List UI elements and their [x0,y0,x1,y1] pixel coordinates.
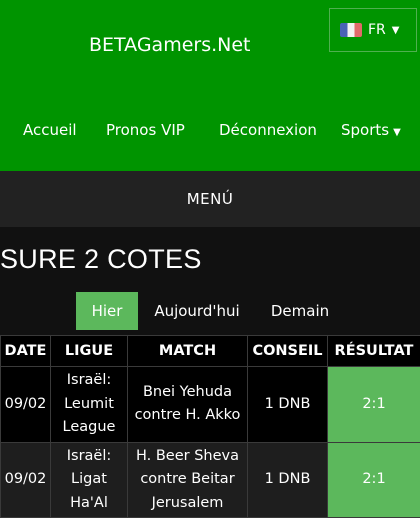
day-tabs: Hier Aujourd'hui Demain [0,292,420,330]
col-date: DATE [0,335,51,367]
france-flag-icon [340,23,362,37]
row-advice: 1 DNB [247,441,328,518]
nav-sports-label: Sports [341,121,390,139]
nav-deconnexion[interactable]: Déconnexion [219,121,317,139]
row-league: Israël: Leumit League [50,366,128,443]
main-nav: Accueil Pronos VIP Déconnexion Sports ▼ [0,121,420,143]
nav-pronos-vip[interactable]: Pronos VIP [106,121,185,139]
col-ligue: LIGUE [50,335,128,367]
tips-table: DATE LIGUE MATCH CONSEIL RÉSULTAT 09/02 … [0,335,420,518]
tab-hier[interactable]: Hier [76,292,138,330]
tab-aujourdhui[interactable]: Aujourd'hui [146,292,248,330]
row-date: 09/02 [0,441,51,518]
nav-sports[interactable]: Sports ▼ [341,121,401,139]
tab-demain[interactable]: Demain [262,292,338,330]
site-logo[interactable]: BETAGamers.Net [89,34,251,56]
row-match: H. Beer Sheva contre Beitar Jerusalem [127,441,248,518]
col-conseil: CONSEIL [247,335,328,367]
caret-down-icon: ▼ [393,127,401,138]
col-resultat: RÉSULTAT [327,335,420,367]
row-match: Bnei Yehuda contre H. Akko [127,366,248,443]
nav-accueil[interactable]: Accueil [23,121,77,139]
row-advice: 1 DNB [247,366,328,443]
page-title: SURE 2 COTES [0,244,202,274]
table-row: 09/02 Israël: Ligat Ha'Al H. Beer Sheva … [0,441,420,518]
language-code: FR [368,22,386,38]
row-result: 2:1 [327,366,420,443]
row-result: 2:1 [327,441,420,518]
table-row: 09/02 Israël: Leumit League Bnei Yehuda … [0,366,420,443]
row-league: Israël: Ligat Ha'Al [50,441,128,518]
language-selector[interactable]: FR ▼ [329,8,417,52]
table-header-row: DATE LIGUE MATCH CONSEIL RÉSULTAT [0,335,420,367]
col-match: MATCH [127,335,248,367]
site-header: BETAGamers.Net FR ▼ Accueil Pronos VIP D… [0,0,420,171]
chevron-down-icon: ▼ [391,24,400,36]
menu-toggle[interactable]: MENÚ [0,171,420,227]
row-date: 09/02 [0,366,51,443]
